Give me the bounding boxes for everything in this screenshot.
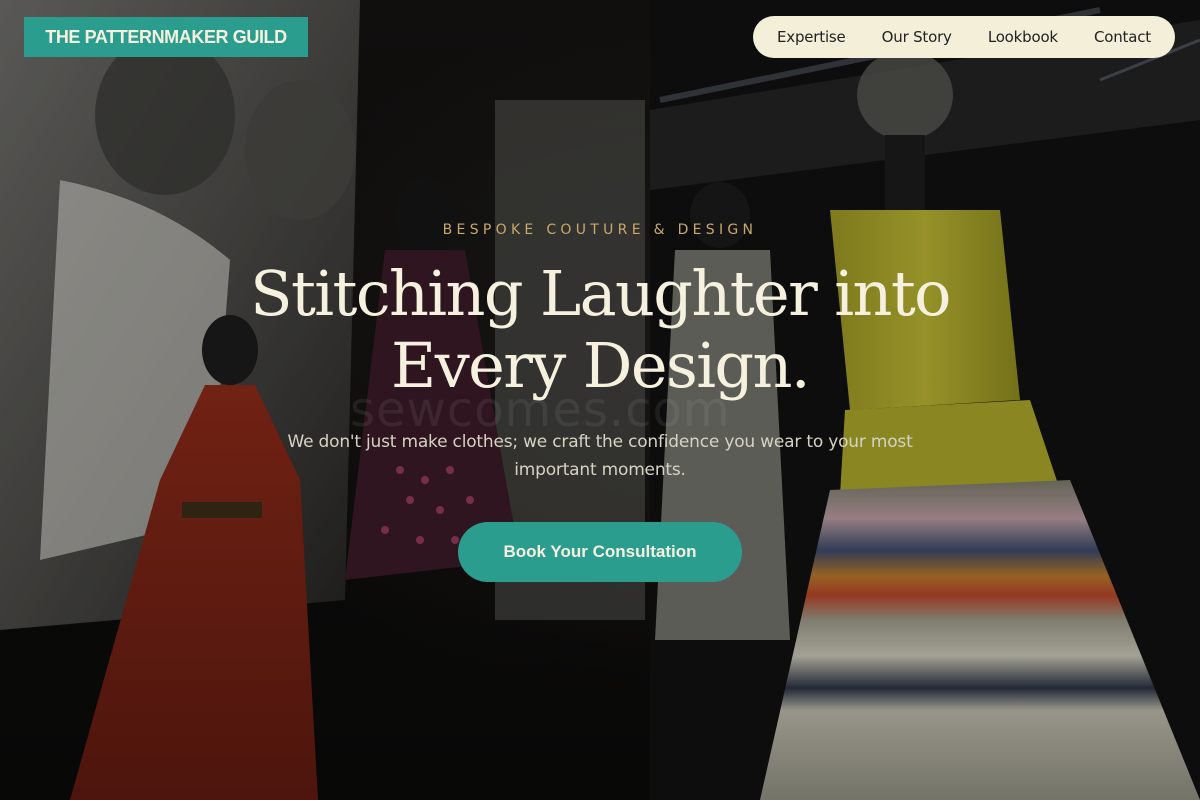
hero-subtitle: We don't just make clothes; we craft the… — [287, 432, 913, 480]
hero-kicker: BESPOKE COUTURE & DESIGN — [442, 222, 758, 238]
nav-link-expertise[interactable]: Expertise — [777, 28, 846, 46]
brand-logo[interactable]: THE PATTERNMAKER GUILD — [24, 17, 308, 57]
main-nav: Expertise Our Story Lookbook Contact — [753, 16, 1175, 58]
nav-link-our-story[interactable]: Our Story — [882, 28, 952, 46]
hero-headline-line-1: Stitching Laughter into — [250, 257, 951, 330]
hero-section: THE PATTERNMAKER GUILD Expertise Our Sto… — [0, 0, 1200, 800]
nav-link-contact[interactable]: Contact — [1094, 28, 1151, 46]
nav-link-lookbook[interactable]: Lookbook — [988, 28, 1058, 46]
hero-headline: Stitching Laughter into Every Design. — [150, 258, 1050, 402]
book-consultation-button[interactable]: Book Your Consultation — [458, 522, 742, 582]
